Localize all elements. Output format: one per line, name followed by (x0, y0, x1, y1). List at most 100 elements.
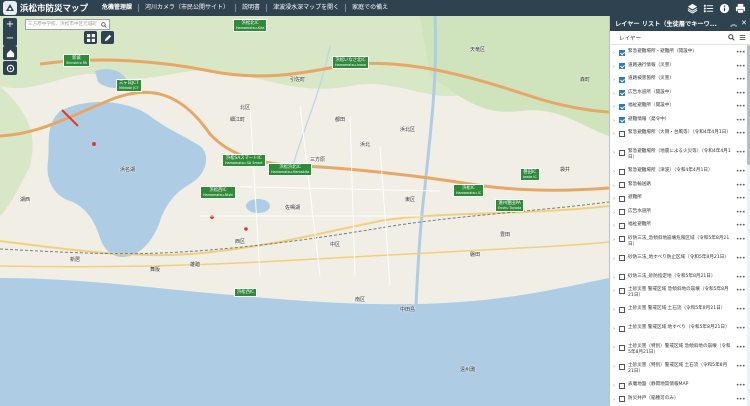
interchange-badge[interactable]: 新城 Shinshiro PA (63, 54, 90, 67)
more-options-icon[interactable]: ••• (736, 382, 746, 389)
layer-checkbox[interactable] (619, 182, 625, 188)
layer-checkbox[interactable] (619, 149, 625, 156)
interchange-badge[interactable]: 遠州豊田PA Enshu Toyoda (495, 199, 525, 212)
layer-item[interactable]: › 緊急避難場所（地震による火災等）（令和4年4月1日） ••• (610, 149, 750, 161)
map-view[interactable]: + − 引佐町細江町 北区浜北区 天竜区浜北東区中区 西区南区 佐鳴湖 浜名湖湖西舞阪 雄踏… (0, 16, 609, 406)
layer-item[interactable]: › 避難情報（発令中） ••• (610, 117, 750, 124)
home-button[interactable] (3, 46, 17, 60)
basemap-gallery-button[interactable] (84, 31, 97, 44)
layer-item[interactable]: › 避難所 ••• (610, 195, 750, 202)
interchange-badge[interactable]: 浜松北IC Hamamatsu-Kita (233, 19, 268, 32)
layer-checkbox[interactable] (619, 63, 625, 69)
layer-item[interactable]: › 砂防三法_地すべり防止区域（令和5年8月21日） ••• (610, 255, 750, 262)
layer-item[interactable]: › 広告水道所（開設中） ••• (610, 90, 750, 97)
legend-icon[interactable] (702, 2, 714, 14)
more-options-icon[interactable]: ••• (736, 396, 746, 403)
layer-item[interactable]: › 土砂災害 警戒区域 地すべり（令和5年8月21日） ••• (610, 325, 750, 332)
more-options-icon[interactable]: ••• (736, 287, 746, 294)
menu-home-preparation[interactable]: 家庭での備え (346, 4, 394, 12)
layer-checkbox[interactable] (619, 130, 625, 137)
layer-checkbox[interactable] (619, 363, 625, 370)
layer-checkbox[interactable] (619, 255, 625, 261)
locate-button[interactable] (3, 61, 17, 75)
interchange-badge[interactable]: 浜松西IC (234, 288, 258, 297)
more-options-icon[interactable]: ••• (736, 209, 746, 216)
more-options-icon[interactable]: ••• (736, 168, 746, 175)
more-options-icon[interactable]: ••• (736, 274, 746, 281)
layer-item[interactable]: › 砂防三法_砂防指定地（令和5年8月21日） ••• (610, 274, 750, 281)
layer-item[interactable]: › 広告水道所 ••• (610, 209, 750, 216)
more-options-icon[interactable]: ••• (736, 103, 746, 110)
layer-checkbox[interactable] (619, 49, 625, 56)
search-input[interactable] (26, 20, 98, 29)
more-options-icon[interactable]: ••• (736, 195, 746, 202)
layer-checkbox[interactable] (619, 195, 625, 202)
draw-button[interactable] (101, 31, 114, 44)
layer-item[interactable]: › 砂防三法_急傾斜地崩壊危険区域（令和5年8月21日） ••• (610, 236, 750, 248)
layer-checkbox[interactable] (619, 236, 625, 242)
more-options-icon[interactable]: ••• (736, 255, 746, 262)
layer-item[interactable]: › 道路被害箇所（災害） ••• (610, 76, 750, 83)
menu-manual[interactable]: 説明書 (236, 4, 268, 12)
interchange-badge[interactable]: 磐田IC Iwata IC (520, 168, 540, 181)
layer-checkbox[interactable] (619, 168, 625, 175)
more-options-icon[interactable]: ••• (736, 76, 746, 83)
more-options-icon[interactable]: ••• (736, 306, 746, 313)
layer-item[interactable]: › 福祉避難所（開設中） ••• (610, 103, 750, 110)
more-options-icon[interactable]: ••• (736, 182, 746, 189)
layer-checkbox[interactable] (619, 222, 625, 229)
layer-item[interactable]: › 土砂災害（特別）警戒区域 急傾斜地の崩壊（令和5年8月21日） ••• (610, 344, 750, 356)
more-options-icon[interactable]: ••• (736, 236, 746, 243)
layer-item[interactable]: › 土砂災害（特別）警戒区域 土石流（令和5年8月21日） ••• (610, 363, 750, 375)
more-options-icon[interactable]: ••• (736, 344, 746, 351)
options-icon[interactable] (739, 34, 746, 41)
more-options-icon[interactable]: ••• (736, 90, 746, 97)
more-options-icon[interactable]: ••• (736, 49, 746, 56)
collapse-icon[interactable]: ︽ (730, 19, 737, 29)
layer-item[interactable]: › 防災井戸（稲穂可のみ） ••• (610, 396, 750, 403)
layer-checkbox[interactable] (619, 274, 625, 280)
layer-item[interactable]: › 緊急輸送路 ••• (610, 182, 750, 189)
more-options-icon[interactable]: ••• (736, 363, 746, 370)
layer-item[interactable]: › 緊急避難場所（大雨・台風等）（令和4年4月1日） ••• (610, 130, 750, 137)
interchange-badge[interactable]: 三ヶ日JCT Mikkabi JCT (116, 79, 142, 92)
menu-river-camera[interactable]: 河川カメラ（市民公開サイト） (139, 4, 237, 12)
layer-checkbox[interactable] (619, 325, 625, 332)
layer-item[interactable]: › 表層地盤（静岡地質情報MAP ••• (610, 382, 750, 389)
layer-checkbox[interactable] (619, 287, 625, 294)
interchange-badge[interactable]: 浜松SAスマートIC Hamamatsu SA Smart (222, 154, 266, 167)
layer-checkbox[interactable] (619, 344, 625, 351)
layer-checkbox[interactable] (619, 306, 625, 313)
more-options-icon[interactable]: ••• (736, 117, 746, 124)
interchange-badge[interactable]: 浜松西IC Hamamatsu-Nishi (200, 186, 237, 199)
more-options-icon[interactable]: ••• (736, 325, 746, 332)
layer-checkbox[interactable] (619, 76, 625, 83)
more-options-icon[interactable]: ••• (736, 63, 746, 70)
more-options-icon[interactable]: ••• (736, 149, 746, 156)
info-icon[interactable] (718, 2, 730, 14)
layer-item[interactable]: › 福祉避難所 ••• (610, 222, 750, 229)
zoom-out-button[interactable]: − (3, 32, 17, 46)
layer-item[interactable]: › 土砂災害 警戒区域 土石流（令和5年8月21日） ••• (610, 306, 750, 313)
layer-item[interactable]: › 道路通行情報（災害） ••• (610, 63, 750, 70)
menu-crisis-management[interactable]: 危機管理課 (96, 4, 140, 12)
interchange-badge[interactable]: 浜松IC Hamamatsu IC (453, 184, 485, 197)
layer-checkbox[interactable] (619, 396, 625, 402)
menu-tsunami-map[interactable]: 津波浸水深マップを開く (267, 4, 347, 12)
search-button[interactable] (98, 20, 109, 29)
zoom-in-button[interactable]: + (3, 18, 17, 32)
more-options-icon[interactable]: ••• (736, 130, 746, 137)
print-icon[interactable] (734, 2, 746, 14)
more-options-icon[interactable]: ••• (736, 222, 746, 229)
layer-checkbox[interactable] (619, 90, 625, 96)
layer-item[interactable]: › 緊急避難場所（津波）（令和4年4月1日） ••• (610, 168, 750, 175)
search-icon[interactable] (728, 34, 735, 41)
close-icon[interactable]: ✕ (741, 19, 747, 29)
layer-item[interactable]: › 緊急避難場所・避難所（開設中） ••• (610, 49, 750, 56)
layer-checkbox[interactable] (619, 117, 625, 123)
layers-icon[interactable] (686, 2, 698, 14)
layer-checkbox[interactable] (619, 382, 625, 389)
interchange-badge[interactable]: 浜松浜北IC Hamamatsu-Hamakita (268, 163, 313, 176)
interchange-badge[interactable]: 浜松いなさ北IC Hamamatsu-Inasa (332, 56, 369, 69)
layer-checkbox[interactable] (619, 209, 625, 215)
